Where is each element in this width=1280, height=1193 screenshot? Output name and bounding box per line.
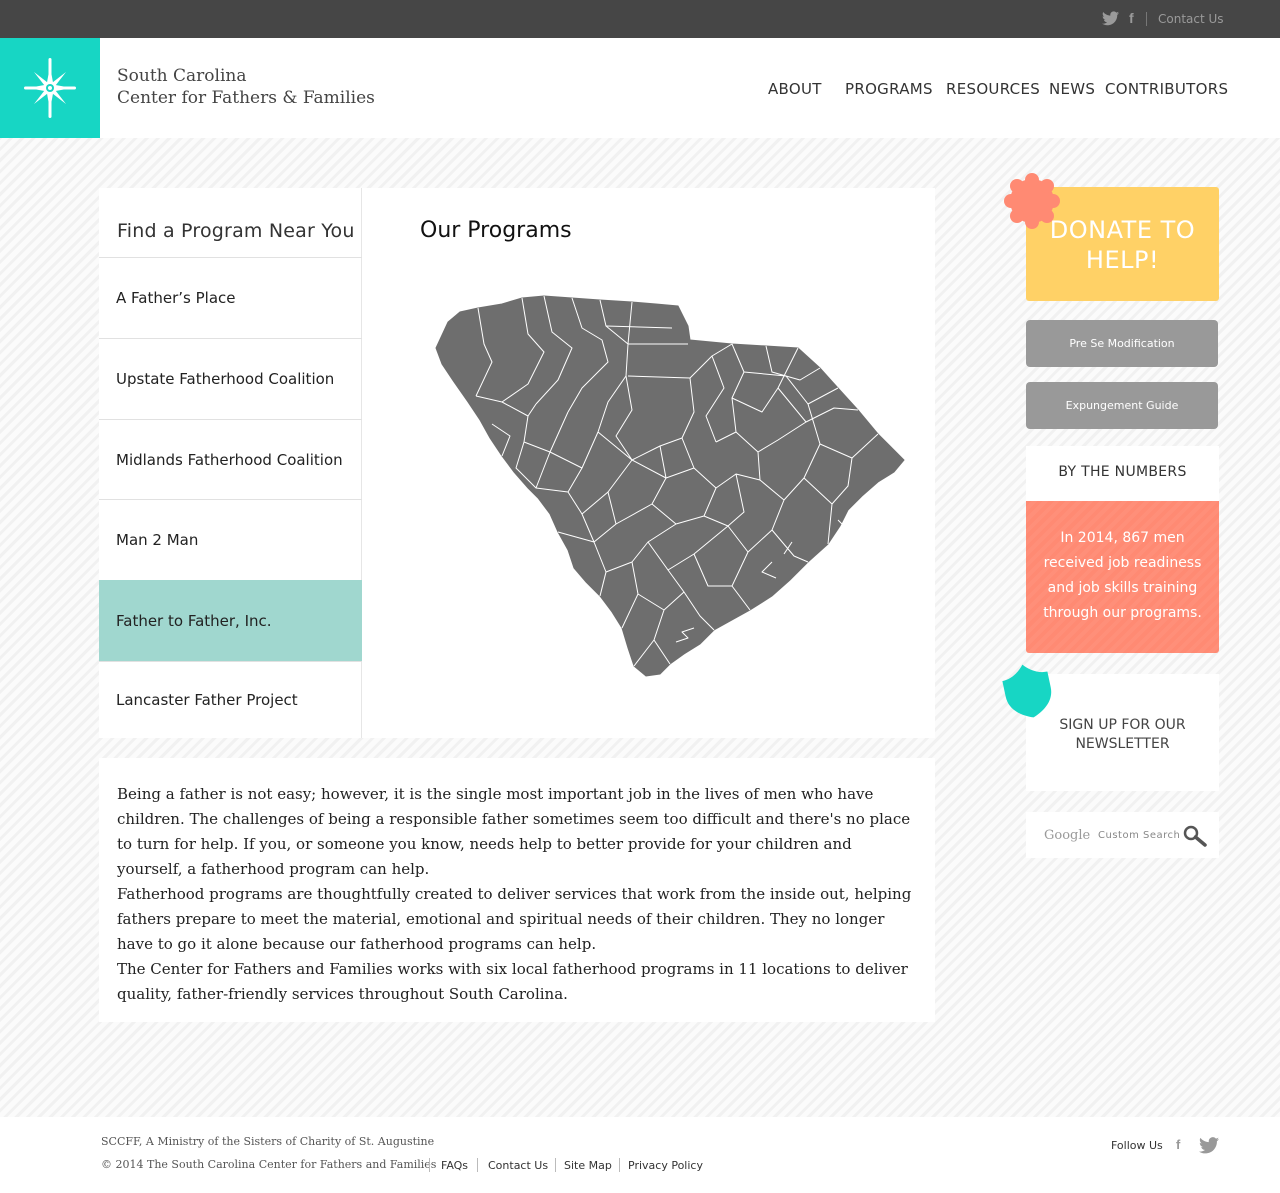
site-name-line1: South Carolina bbox=[117, 66, 247, 86]
intro-text-panel: Being a father is not easy; however, it … bbox=[99, 758, 935, 1022]
site-name-line2: Center for Fathers & Families bbox=[117, 88, 375, 108]
program-label: A Father’s Place bbox=[116, 289, 236, 307]
nav-about[interactable]: ABOUT bbox=[768, 80, 822, 98]
donate-line2: HELP! bbox=[1085, 246, 1160, 274]
custom-search-label: Custom Search bbox=[1098, 830, 1181, 841]
program-list: Find a Program Near You A Father’s Place… bbox=[99, 188, 362, 738]
page-title: Our Programs bbox=[420, 218, 572, 243]
intro-paragraph-1: Being a father is not easy; however, it … bbox=[117, 785, 911, 878]
nav-programs[interactable]: PROGRAMS bbox=[845, 80, 933, 98]
site-header: South Carolina Center for Fathers & Fami… bbox=[0, 38, 1280, 138]
logo[interactable] bbox=[0, 38, 100, 138]
sidebar-title: Find a Program Near You bbox=[117, 220, 355, 242]
program-item-midlands[interactable]: Midlands Fatherhood Coalition bbox=[99, 419, 362, 500]
nav-contributors[interactable]: CONTRIBUTORS bbox=[1105, 80, 1228, 98]
divider bbox=[1146, 12, 1147, 26]
intro-paragraph-2: Fatherhood programs are thoughtfully cre… bbox=[117, 885, 912, 953]
divider bbox=[619, 1158, 620, 1172]
expungement-guide-button[interactable]: Expungement Guide bbox=[1026, 382, 1218, 429]
program-label: Man 2 Man bbox=[116, 531, 199, 549]
program-item-upstate[interactable]: Upstate Fatherhood Coalition bbox=[99, 338, 362, 419]
program-item-man-2-man[interactable]: Man 2 Man bbox=[99, 499, 362, 580]
facebook-icon[interactable]: f bbox=[1176, 1137, 1180, 1152]
ministry-text: SCCFF, A Ministry of the Sisters of Char… bbox=[101, 1135, 435, 1148]
copyright: © 2014 The South Carolina Center for Fat… bbox=[101, 1158, 437, 1171]
nav-resources[interactable]: RESOURCES bbox=[946, 80, 1040, 98]
newsletter-line2: NEWSLETTER bbox=[1075, 736, 1170, 752]
program-item-father-to-father[interactable]: Father to Father, Inc. bbox=[99, 580, 362, 661]
site-footer: SCCFF, A Ministry of the Sisters of Char… bbox=[0, 1117, 1280, 1193]
footer-link-contact-us[interactable]: Contact Us bbox=[488, 1159, 548, 1172]
newsletter-label: SIGN UP FOR OUR NEWSLETTER bbox=[1026, 716, 1219, 754]
by-the-numbers-text: In 2014, 867 men received job readiness … bbox=[1043, 530, 1202, 621]
facebook-icon[interactable]: f bbox=[1129, 10, 1134, 26]
program-item-a-fathers-place[interactable]: A Father’s Place bbox=[99, 257, 362, 338]
google-logo: Google bbox=[1044, 828, 1091, 843]
by-the-numbers-card: In 2014, 867 men received job readiness … bbox=[1026, 501, 1219, 653]
south-carolina-map[interactable] bbox=[432, 292, 912, 684]
divider bbox=[555, 1158, 556, 1172]
footer-link-site-map[interactable]: Site Map bbox=[564, 1159, 612, 1172]
program-label: Midlands Fatherhood Coalition bbox=[116, 451, 343, 469]
contact-us-link[interactable]: Contact Us bbox=[1158, 12, 1224, 26]
site-name[interactable]: South Carolina Center for Fathers & Fami… bbox=[117, 65, 375, 109]
programs-panel: Find a Program Near You A Father’s Place… bbox=[99, 188, 935, 738]
flower-badge-icon bbox=[1004, 173, 1060, 229]
follow-us-label: Follow Us bbox=[1111, 1139, 1163, 1152]
footer-link-faqs[interactable]: FAQs bbox=[441, 1159, 468, 1172]
search-icon[interactable] bbox=[1183, 825, 1207, 847]
nav-news[interactable]: NEWS bbox=[1049, 80, 1095, 98]
star-logo-icon bbox=[24, 58, 76, 118]
program-label: Upstate Fatherhood Coalition bbox=[116, 370, 335, 388]
google-custom-search[interactable]: Google Custom Search bbox=[1026, 812, 1219, 858]
pre-se-modification-button[interactable]: Pre Se Modification bbox=[1026, 320, 1218, 367]
footer-link-privacy-policy[interactable]: Privacy Policy bbox=[628, 1159, 703, 1172]
divider bbox=[477, 1158, 478, 1172]
program-label: Lancaster Father Project bbox=[116, 691, 298, 709]
shield-badge-icon bbox=[1002, 664, 1052, 718]
by-the-numbers-title: BY THE NUMBERS bbox=[1058, 464, 1187, 480]
by-the-numbers-header: BY THE NUMBERS bbox=[1026, 446, 1219, 501]
top-bar: f Contact Us bbox=[0, 0, 1280, 38]
twitter-icon[interactable] bbox=[1102, 11, 1119, 26]
intro-paragraph-3: The Center for Fathers and Families work… bbox=[117, 960, 908, 1003]
program-label: Father to Father, Inc. bbox=[116, 612, 272, 630]
divider bbox=[429, 1158, 430, 1172]
twitter-icon[interactable] bbox=[1199, 1137, 1219, 1154]
program-item-lancaster[interactable]: Lancaster Father Project bbox=[99, 661, 362, 738]
